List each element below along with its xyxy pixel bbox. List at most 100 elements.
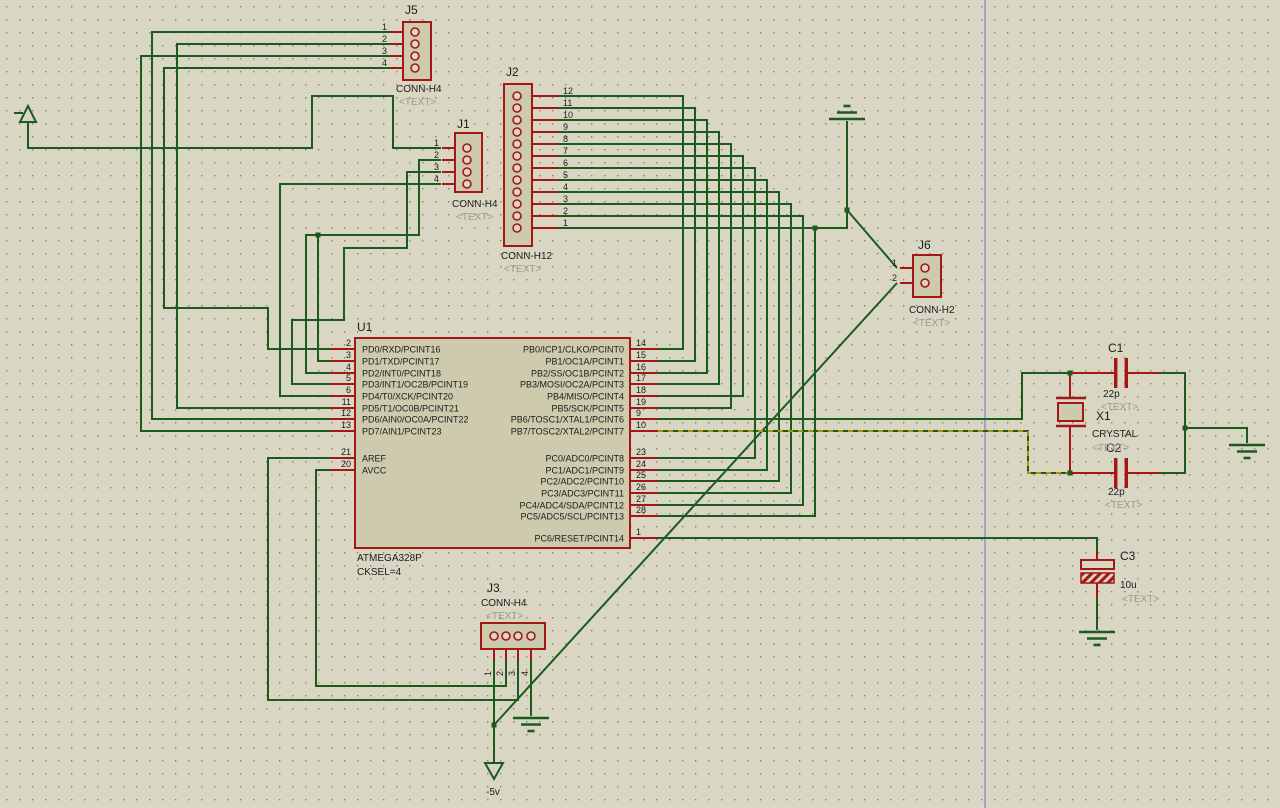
connector-pad [920, 278, 930, 288]
ref-label: J3 [487, 581, 500, 595]
pin-number: 10 [563, 110, 573, 120]
pin-number: 1 [892, 258, 897, 268]
pin-label: PC3/ADC3/PCINT11 [541, 489, 624, 499]
pin-number: 20 [341, 459, 351, 469]
ref-label: X1 [1096, 409, 1111, 423]
pin-label: PC5/ADC5/SCL/PCINT13 [520, 512, 624, 522]
pin-number: 5 [346, 373, 351, 383]
connector-pad [512, 199, 522, 209]
connector-body[interactable] [912, 254, 942, 298]
pin-number: 3 [507, 671, 517, 676]
connector-pad [410, 51, 420, 61]
pin-number: 12 [341, 408, 351, 418]
connector-pad [512, 103, 522, 113]
cap-plate [1124, 358, 1128, 388]
type-label: CONN-H4 [452, 199, 498, 210]
pin-number: 15 [636, 350, 646, 360]
connector-pad [512, 151, 522, 161]
junction-dot [315, 232, 321, 238]
note-label: CKSEL=4 [357, 567, 402, 578]
pin-number: 12 [563, 86, 573, 96]
power-label: -5v [486, 787, 500, 798]
type-label: CONN-H4 [481, 598, 527, 609]
pin-number: 3 [563, 194, 568, 204]
junction-dot [844, 207, 850, 213]
pin-label: PD5/T1/OC0B/PCINT21 [362, 404, 459, 414]
connector-pad [501, 631, 511, 641]
pin-label: PD2/INT0/PCINT18 [362, 369, 441, 379]
pin-number: 1 [563, 218, 568, 228]
crystal-body[interactable] [1057, 402, 1084, 422]
pin-number: 4 [382, 58, 387, 68]
pin-number: 5 [563, 170, 568, 180]
pin-label: PD0/RXD/PCINT16 [362, 345, 441, 355]
connector-pad [512, 91, 522, 101]
type-label: CONN-H2 [909, 305, 955, 316]
ref-label: J1 [457, 117, 470, 131]
text-placeholder: <TEXT> [1105, 500, 1142, 511]
type-label: CONN-H4 [396, 84, 442, 95]
schematic-canvas: 2 PD0/RXD/PCINT16 3 PD1/TXD/PCINT17 4 PD2/INT… [0, 0, 1280, 808]
ic-u1[interactable]: 2 PD0/RXD/PCINT16 3 PD1/TXD/PCINT17 4 PD2/INT… [330, 320, 658, 578]
value-label: CRYSTAL [1092, 429, 1138, 440]
pin-number: 6 [563, 158, 568, 168]
connector-pad [410, 63, 420, 73]
pin-label: PB1/OC1A/PCINT1 [545, 357, 624, 367]
pin-label: PD3/INT1/OC2B/PCINT19 [362, 380, 468, 390]
text-placeholder: <TEXT> [399, 97, 436, 108]
pin-label: PD7/AIN1/PCINT23 [362, 427, 442, 437]
pin-number: 2 [346, 338, 351, 348]
pin-number: 3 [434, 162, 439, 172]
connector-pad [462, 167, 472, 177]
pin-label: PB0/ICP1/CLKO/PCINT0 [523, 345, 624, 355]
pin-number: 1 [382, 22, 387, 32]
pin-label: PD1/TXD/PCINT17 [362, 357, 440, 367]
junction-dot [1067, 370, 1073, 376]
cap-plate [1124, 458, 1128, 488]
pin-number: 23 [636, 447, 646, 457]
pin-label: PD6/AIN0/OC0A/PCINT22 [362, 415, 469, 425]
connector-pad [512, 211, 522, 221]
connector-pad [920, 263, 930, 273]
pin-number: 16 [636, 362, 646, 372]
pin-label: PB3/MOSI/OC2A/PCINT3 [520, 380, 624, 390]
pin-number: 1 [434, 138, 439, 148]
pin-number: 27 [636, 494, 646, 504]
pin-number: 10 [636, 420, 646, 430]
pin-label: AVCC [362, 466, 387, 476]
text-placeholder: <TEXT> [1092, 443, 1129, 454]
text-placeholder: <TEXT> [913, 318, 950, 329]
connector-pad [462, 143, 472, 153]
ref-label: U1 [357, 320, 373, 334]
pin-number: 1 [636, 527, 641, 537]
pin-number: 1 [483, 671, 493, 676]
connector-pad [512, 175, 522, 185]
pin-number: 4 [520, 671, 530, 676]
connector-pad [512, 139, 522, 149]
pin-number: 2 [495, 671, 505, 676]
pin-label: PB6/TOSC1/XTAL1/PCINT6 [511, 415, 624, 425]
connector-pad [513, 631, 523, 641]
text-placeholder: <TEXT> [456, 212, 493, 223]
text-placeholder: <TEXT> [504, 264, 541, 275]
connector-pad [410, 39, 420, 49]
cap-plate-pos [1080, 559, 1115, 570]
pin-label: PC1/ADC1/PCINT9 [545, 466, 624, 476]
junction-dot [491, 722, 497, 728]
pin-label: PB2/SS/OC1B/PCINT2 [531, 369, 624, 379]
pin-number: 13 [341, 420, 351, 430]
pin-number: 18 [636, 385, 646, 395]
pin-number: 14 [636, 338, 646, 348]
pin-number: 28 [636, 505, 646, 515]
pin-number: 19 [636, 397, 646, 407]
ref-label: J6 [918, 238, 931, 252]
value-label: ATMEGA328P [357, 553, 422, 564]
cap-plate-neg [1080, 572, 1115, 584]
ref-label: J5 [405, 3, 418, 17]
pin-label: PD4/T0/XCK/PCINT20 [362, 392, 453, 402]
pin-label: PB7/TOSC2/XTAL2/PCINT7 [511, 427, 624, 437]
pin-label: AREF [362, 454, 387, 464]
pin-number: 3 [346, 350, 351, 360]
connector-pad [512, 115, 522, 125]
text-placeholder: <TEXT> [1122, 594, 1159, 605]
